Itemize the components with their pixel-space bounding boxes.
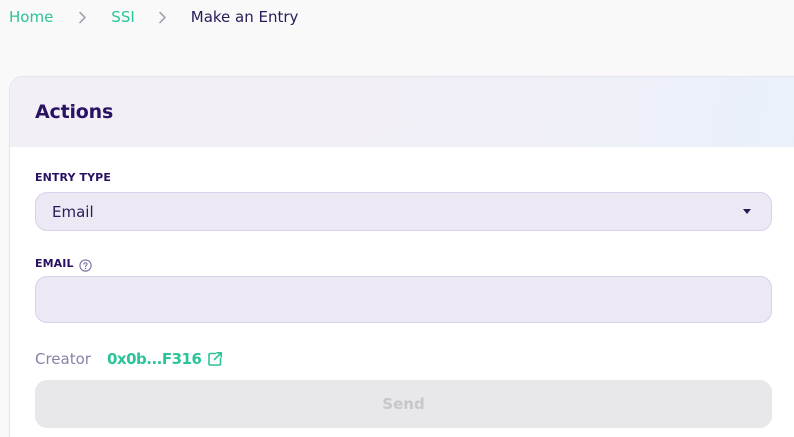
breadcrumb: Home SSI Make an Entry [9,6,298,28]
entry-type-label: ENTRY TYPE [35,171,111,184]
chevron-right-icon [53,6,111,28]
card-header: Actions [10,77,794,147]
actions-card: Actions ENTRY TYPE Email EMAIL Creator 0… [9,76,794,437]
caret-down-icon [743,209,751,214]
card-title: Actions [35,101,114,123]
creator-address-link[interactable]: 0x0b...F316 [107,350,202,368]
entry-type-selected-value: Email [52,202,94,221]
chevron-right-icon [135,6,191,28]
send-button[interactable]: Send [35,380,772,428]
external-link-icon[interactable] [207,351,223,367]
entry-type-label-text: ENTRY TYPE [35,171,111,184]
creator-label: Creator [35,350,91,368]
breadcrumb-ssi-link[interactable]: SSI [111,8,134,26]
help-circle-icon[interactable] [78,259,92,272]
email-label: EMAIL [35,255,92,272]
breadcrumb-home-link[interactable]: Home [9,8,53,26]
creator-row: Creator 0x0b...F316 [35,348,223,370]
entry-type-select[interactable]: Email [35,192,772,231]
email-label-text: EMAIL [35,257,74,270]
email-input[interactable] [35,276,772,323]
breadcrumb-current-page: Make an Entry [190,8,299,26]
